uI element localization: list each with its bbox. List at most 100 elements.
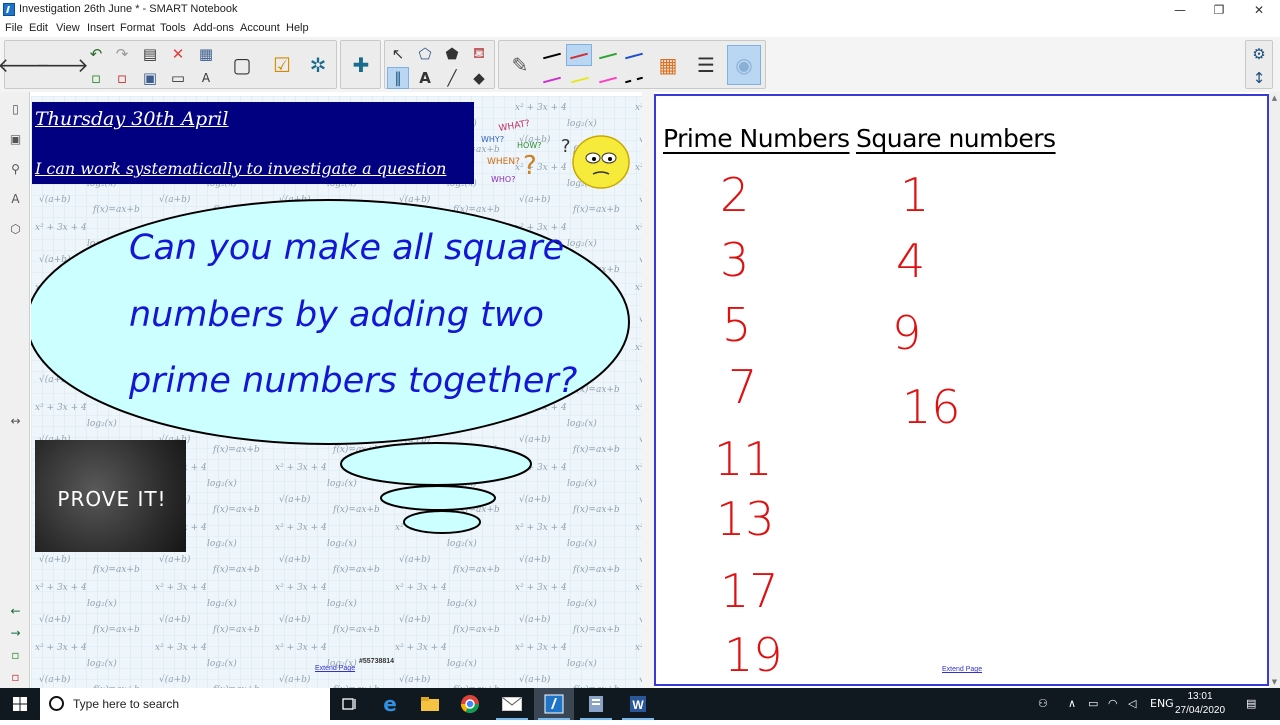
app-launcher-button[interactable]: [576, 688, 616, 720]
thinking-lemon-character[interactable]: ?: [561, 130, 633, 194]
right-notebook-page[interactable]: Prime Numbers Square numbers 2 3 5 7 11 …: [654, 94, 1269, 686]
properties-icon[interactable]: A: [6, 190, 25, 209]
task-view-button[interactable]: [330, 688, 370, 720]
prime-number[interactable]: 7: [728, 364, 757, 410]
wifi-icon[interactable]: ◠: [1108, 697, 1118, 710]
start-button[interactable]: [0, 688, 40, 720]
screen-shade-icon[interactable]: ▭: [167, 67, 189, 89]
pens-icon[interactable]: ∥: [387, 67, 409, 89]
select-tool-icon[interactable]: ↖: [387, 43, 409, 65]
line-style-icon[interactable]: ☰: [689, 45, 723, 85]
notifications-icon[interactable]: ▤: [1246, 697, 1256, 710]
page-sorter-icon[interactable]: ▯: [6, 100, 25, 119]
paste-icon[interactable]: ▤: [139, 43, 161, 65]
menu-insert[interactable]: Insert: [87, 22, 115, 34]
save-icon[interactable]: ▣: [139, 67, 161, 89]
prime-number[interactable]: 3: [720, 237, 749, 283]
menu-tools[interactable]: Tools: [160, 22, 186, 34]
extend-page-link-right[interactable]: Extend Page: [942, 666, 982, 673]
line-tool-icon[interactable]: ╱: [441, 67, 463, 89]
menu-add-ons[interactable]: Add-ons: [193, 22, 234, 34]
back-arrow-icon[interactable]: ←: [6, 602, 25, 621]
word-button[interactable]: W: [618, 688, 658, 720]
menu-view[interactable]: View: [56, 22, 80, 34]
prove-it-image[interactable]: PROVE IT!: [35, 440, 186, 552]
pen-red-selected[interactable]: [566, 44, 592, 66]
prime-number[interactable]: 13: [716, 496, 775, 542]
undo-icon[interactable]: ↶: [85, 43, 107, 65]
add-ons-icon[interactable]: ✚: [344, 45, 378, 85]
gear-icon[interactable]: ⚙: [1248, 43, 1270, 65]
delete-page-side-icon[interactable]: ▫: [6, 668, 25, 687]
resize-handle-icon[interactable]: ↔: [6, 412, 25, 431]
add-page-side-icon[interactable]: ▫: [6, 646, 25, 665]
pen-type-icon[interactable]: ✎: [503, 45, 537, 85]
vertical-scrollbar[interactable]: ▲ ▼: [1269, 92, 1280, 688]
add-ons-tab-icon[interactable]: ⬡: [6, 220, 25, 239]
menu-format[interactable]: Format: [120, 22, 155, 34]
square-number[interactable]: 1: [900, 172, 929, 218]
restore-button[interactable]: ❐: [1199, 0, 1239, 20]
lesson-activity-icon[interactable]: ☑: [265, 45, 299, 85]
menu-file[interactable]: File: [5, 22, 23, 34]
prime-number[interactable]: 17: [720, 568, 779, 614]
square-number[interactable]: 4: [896, 238, 925, 284]
table-icon[interactable]: ▦: [195, 43, 217, 65]
people-icon[interactable]: ⚇: [1038, 697, 1048, 710]
smart-notebook-taskbar-button[interactable]: [534, 688, 574, 720]
delete-page-icon[interactable]: ▫: [111, 67, 133, 89]
attachments-icon[interactable]: ⚲: [6, 160, 25, 179]
taskbar-search-box[interactable]: Type here to search: [40, 688, 330, 720]
add-page-icon[interactable]: ▫: [85, 67, 107, 89]
pen-yellow[interactable]: [571, 76, 589, 84]
response-icon[interactable]: ✲: [301, 45, 335, 85]
prime-number[interactable]: 19: [724, 632, 783, 678]
pen-black-dashed[interactable]: [625, 76, 643, 84]
forward-arrow-icon[interactable]: →: [6, 624, 25, 643]
prime-number[interactable]: 11: [714, 436, 773, 482]
document-camera-icon[interactable]: ▢: [225, 45, 259, 85]
system-clock[interactable]: 13:01 27/04/2020: [1170, 690, 1230, 718]
volume-icon[interactable]: ◁: [1128, 697, 1136, 710]
redo-icon[interactable]: ↷: [111, 43, 133, 65]
next-page-arrow-icon[interactable]: 🡒: [35, 45, 89, 85]
minimize-button[interactable]: —: [1160, 0, 1200, 20]
pen-black[interactable]: [543, 52, 561, 60]
shape-pen-icon[interactable]: ⬠: [414, 43, 436, 65]
square-number[interactable]: 9: [892, 310, 921, 356]
file-explorer-button[interactable]: [410, 688, 450, 720]
shapes-icon[interactable]: ⬟: [441, 43, 463, 65]
fill-effects-icon[interactable]: ◉: [727, 45, 761, 85]
menu-account[interactable]: Account: [240, 22, 280, 34]
gallery-icon[interactable]: ▣: [6, 130, 25, 149]
menu-help[interactable]: Help: [286, 22, 309, 34]
scroll-down-icon[interactable]: ▼: [1269, 676, 1280, 688]
edge-browser-button[interactable]: e: [370, 688, 410, 720]
text-format-icon[interactable]: A: [195, 67, 217, 89]
thought-bubble-trail[interactable]: [336, 440, 536, 536]
extend-page-link-left[interactable]: Extend Page: [315, 665, 355, 672]
delete-icon[interactable]: ✕: [167, 43, 189, 65]
pen-pink[interactable]: [599, 76, 617, 84]
menu-edit[interactable]: Edit: [29, 22, 48, 34]
chrome-button[interactable]: [450, 688, 490, 720]
text-tool-icon[interactable]: A: [414, 67, 436, 89]
pen-blue[interactable]: [625, 52, 643, 60]
toolbar-position-icon[interactable]: ↕: [1248, 67, 1270, 89]
prime-number[interactable]: 2: [720, 172, 749, 218]
scroll-up-icon[interactable]: ▲: [1269, 92, 1280, 104]
close-button[interactable]: ✕: [1239, 0, 1279, 20]
square-number[interactable]: 16: [902, 384, 961, 430]
color-palette-icon[interactable]: ▦: [651, 45, 685, 85]
pen-green[interactable]: [599, 52, 617, 60]
lesson-header-box[interactable]: Thursday 30th April I can work systemati…: [32, 102, 474, 184]
eraser-icon[interactable]: ◆: [468, 67, 490, 89]
left-notebook-page[interactable]: x² + 3x + 4 log₂(x) √(a+b) f(x)=ax+b Thu…: [31, 96, 642, 688]
battery-icon[interactable]: ▭: [1088, 697, 1098, 710]
show-hidden-icons-chevron-icon[interactable]: ∧: [1068, 697, 1076, 710]
pen-magenta[interactable]: [543, 76, 561, 84]
prime-number[interactable]: 5: [722, 302, 751, 348]
question-words-graphic[interactable]: WHAT? WHY? HOW? WHEN? WHO? ?: [477, 108, 563, 196]
fill-icon[interactable]: ⛾: [468, 43, 490, 65]
mail-button[interactable]: [492, 688, 532, 720]
